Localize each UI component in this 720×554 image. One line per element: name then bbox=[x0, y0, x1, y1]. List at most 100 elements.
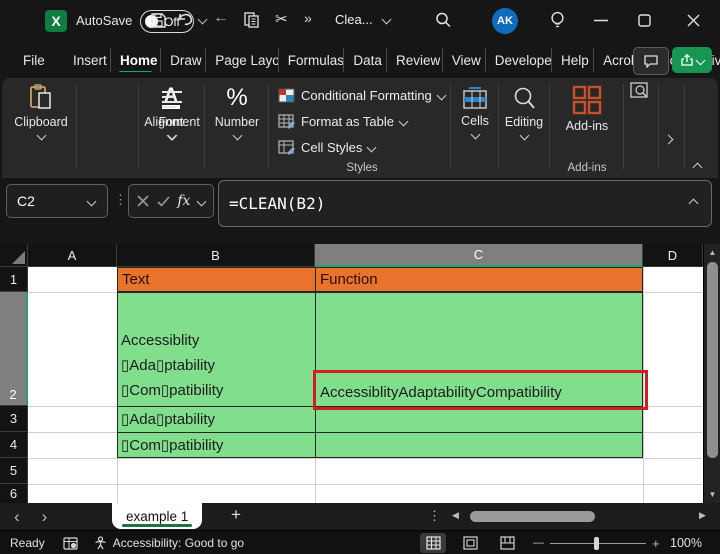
cells-group-button[interactable]: Cells bbox=[452, 84, 498, 138]
tab-view[interactable]: View bbox=[442, 48, 485, 72]
editing-group-button[interactable]: Editing bbox=[500, 84, 548, 139]
ribbon-more-button[interactable] bbox=[665, 130, 672, 148]
scroll-up-icon[interactable]: ▲ bbox=[704, 248, 720, 258]
zoom-slider-thumb[interactable] bbox=[594, 537, 599, 550]
column-header-c[interactable]: C bbox=[315, 244, 643, 267]
editing-icon bbox=[512, 86, 536, 112]
share-button[interactable] bbox=[672, 47, 712, 73]
excel-logo-icon[interactable]: X bbox=[45, 10, 67, 32]
vertical-scroll-thumb[interactable] bbox=[707, 262, 718, 458]
number-group-button[interactable]: % Number bbox=[208, 84, 266, 139]
hscroll-left-icon[interactable]: ◀ bbox=[452, 510, 459, 521]
cell-b1[interactable]: Text bbox=[122, 271, 150, 288]
formula-bar-splitter-icon[interactable]: ⋮ bbox=[114, 192, 127, 208]
cell-styles-button[interactable]: Cell Styles bbox=[278, 134, 445, 160]
cell-b4[interactable]: ▯Com▯patibility bbox=[121, 436, 223, 454]
column-header-d[interactable]: D bbox=[643, 244, 703, 267]
select-all-corner[interactable] bbox=[0, 244, 28, 267]
more-commands-icon[interactable]: » bbox=[304, 10, 312, 26]
format-as-table-button[interactable]: Format as Table bbox=[278, 108, 445, 134]
cell-b3[interactable]: ▯Ada▯ptability bbox=[121, 410, 215, 428]
page-break-view-button[interactable] bbox=[494, 533, 520, 553]
copy-icon[interactable] bbox=[243, 11, 260, 29]
insert-function-icon[interactable]: fx bbox=[177, 193, 190, 209]
column-header-b[interactable]: B bbox=[117, 244, 315, 267]
clipboard-icon bbox=[28, 84, 54, 112]
tab-page-layout[interactable]: Page Layo bbox=[205, 48, 278, 72]
fx-dropdown-icon bbox=[197, 196, 207, 206]
page-layout-view-button[interactable] bbox=[457, 533, 483, 553]
sheet-tab-example1[interactable]: example 1 bbox=[112, 503, 202, 529]
tab-review[interactable]: Review bbox=[386, 48, 442, 72]
tab-formulas[interactable]: Formulas bbox=[278, 48, 344, 72]
normal-view-button[interactable] bbox=[420, 533, 446, 553]
clipboard-group-button[interactable]: Clipboard bbox=[6, 84, 76, 139]
cell-styles-icon bbox=[278, 140, 295, 155]
column-header-a[interactable]: A bbox=[28, 244, 117, 267]
cancel-icon[interactable] bbox=[137, 195, 149, 207]
hscroll-right-icon[interactable]: ▶ bbox=[699, 510, 706, 521]
close-button[interactable] bbox=[687, 14, 700, 27]
horizontal-scroll-thumb[interactable] bbox=[470, 511, 595, 522]
redo-icon[interactable]: ← bbox=[213, 9, 229, 27]
formula-bar[interactable]: =CLEAN(B2) bbox=[218, 180, 712, 227]
zoom-in-button[interactable]: + bbox=[652, 536, 660, 551]
lightbulb-icon[interactable] bbox=[549, 10, 566, 30]
sheet-nav-right-icon[interactable]: › bbox=[42, 507, 48, 527]
collapse-ribbon-icon bbox=[693, 163, 703, 173]
sheet-nav-left-icon[interactable]: ‹ bbox=[14, 507, 20, 527]
save-icon[interactable] bbox=[150, 12, 167, 29]
vertical-scrollbar[interactable]: ▲ ▼ bbox=[703, 244, 720, 503]
accessibility-icon[interactable] bbox=[94, 536, 107, 550]
tab-help[interactable]: Help bbox=[551, 48, 593, 72]
status-bar: Ready Accessibility: Good to go — + 100% bbox=[0, 530, 720, 554]
account-avatar[interactable]: AK bbox=[492, 8, 518, 34]
scroll-down-icon[interactable]: ▼ bbox=[704, 490, 720, 500]
row-header-4[interactable]: 4 bbox=[0, 432, 28, 458]
header-row-cells[interactable]: Text Function bbox=[117, 267, 643, 292]
zoom-slider[interactable] bbox=[550, 543, 646, 544]
tab-developer[interactable]: Develope bbox=[485, 48, 551, 72]
undo-button[interactable] bbox=[177, 11, 206, 28]
tab-data[interactable]: Data bbox=[343, 48, 386, 72]
row-header-5[interactable]: 5 bbox=[0, 458, 28, 484]
expand-formula-bar-icon[interactable] bbox=[689, 199, 699, 209]
comment-icon bbox=[643, 54, 659, 68]
undo-dropdown-icon bbox=[198, 15, 208, 25]
zoom-out-button[interactable]: — bbox=[533, 537, 544, 549]
comments-button[interactable] bbox=[633, 47, 669, 75]
cell-b2[interactable]: Accessiblity ▯Ada▯ptability ▯Com▯patibil… bbox=[121, 293, 311, 403]
zoom-level[interactable]: 100% bbox=[670, 536, 702, 550]
minimize-button[interactable] bbox=[594, 19, 608, 22]
row-header-6[interactable]: 6 bbox=[0, 484, 28, 503]
addins-button[interactable]: Add-ins bbox=[554, 84, 620, 133]
cut-icon[interactable]: ✂ bbox=[275, 10, 288, 28]
formula-buttons: fx bbox=[128, 184, 214, 218]
maximize-button[interactable] bbox=[638, 14, 651, 27]
sheet-more-icon[interactable]: ⋮ bbox=[428, 508, 441, 524]
enter-icon[interactable] bbox=[157, 196, 170, 207]
tab-home[interactable]: Home bbox=[110, 48, 160, 72]
macro-record-icon[interactable] bbox=[63, 537, 78, 550]
conditional-formatting-button[interactable]: Conditional Formatting bbox=[278, 82, 445, 108]
tab-draw[interactable]: Draw bbox=[160, 48, 205, 72]
tab-file[interactable]: File bbox=[14, 48, 50, 72]
accessibility-status[interactable]: Accessibility: Good to go bbox=[113, 536, 244, 550]
status-mode: Ready bbox=[10, 536, 45, 550]
name-box[interactable]: C2 bbox=[6, 184, 108, 218]
analyze-data-icon[interactable] bbox=[630, 82, 652, 102]
ribbon: Clipboard A Font Alignment % Number bbox=[2, 78, 718, 178]
new-sheet-button[interactable]: + bbox=[231, 505, 241, 525]
alignment-icon bbox=[159, 88, 185, 112]
row-header-2[interactable]: 2 bbox=[0, 292, 28, 406]
tab-insert[interactable]: Insert bbox=[64, 48, 110, 72]
document-title[interactable]: Clea... bbox=[335, 12, 390, 27]
search-icon[interactable] bbox=[434, 11, 452, 29]
clipboard-dropdown-icon bbox=[36, 131, 46, 141]
row-header-3[interactable]: 3 bbox=[0, 406, 28, 432]
alignment-dropdown-icon bbox=[167, 131, 177, 141]
collapse-ribbon-button[interactable] bbox=[694, 158, 701, 176]
alignment-group-button[interactable]: Alignment bbox=[141, 84, 203, 139]
cell-c1[interactable]: Function bbox=[320, 271, 378, 288]
row-header-1[interactable]: 1 bbox=[0, 267, 28, 292]
